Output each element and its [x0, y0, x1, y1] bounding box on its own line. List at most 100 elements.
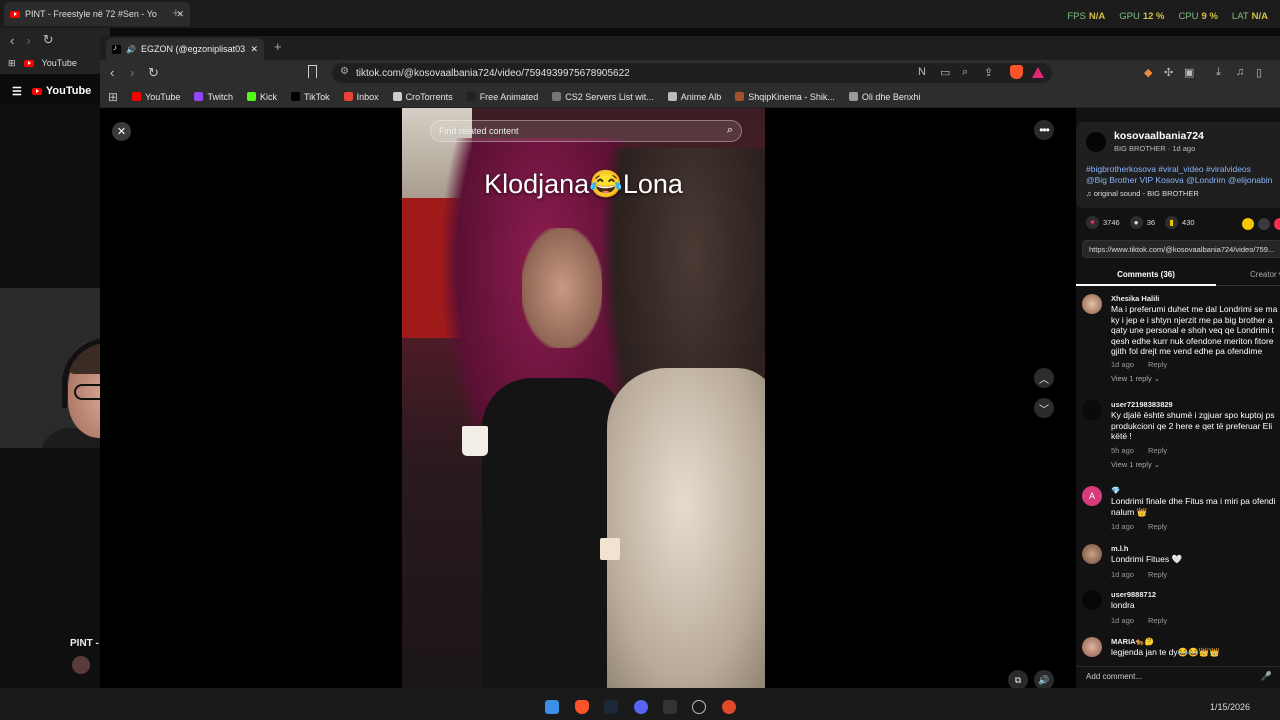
zoom-icon[interactable]: ⌕ [962, 66, 968, 79]
like-button[interactable]: ♥ 3746 [1086, 216, 1120, 229]
download-icon[interactable]: ⤓ [1216, 66, 1221, 79]
menu-icon[interactable]: ☰ [12, 85, 22, 98]
view-replies-button[interactable]: View 1 reply ⌄ [1111, 460, 1160, 469]
comment-username[interactable]: 💎 [1111, 486, 1120, 495]
tiktok-icon [112, 43, 121, 54]
comment-text: londra [1111, 600, 1135, 610]
reply-button[interactable]: Reply [1148, 522, 1167, 531]
bookmark-item[interactable]: Kick [246, 92, 277, 102]
save-button[interactable]: ▮ 430 [1165, 216, 1195, 229]
extensions-puzzle-icon[interactable]: ✣ [1164, 66, 1173, 79]
add-comment-input[interactable]: Add comment... 🎤 [1076, 666, 1280, 688]
windows-start-icon[interactable] [545, 700, 559, 714]
close-viewer-button[interactable]: ✕ [112, 122, 131, 141]
view-replies-button[interactable]: View 1 reply ⌄ [1111, 374, 1160, 383]
back-browser-tab[interactable]: PINT - Freestyle në 72 #Sen - Yo ✕ [4, 2, 190, 26]
channel-avatar[interactable] [72, 656, 90, 674]
comment-avatar[interactable] [1082, 590, 1102, 610]
emoji-share-icon[interactable] [1242, 218, 1254, 230]
sound-label[interactable]: ♫ original sound - BIG BROTHER [1086, 189, 1199, 198]
mentions[interactable]: @Big Brother VIP Kosova @Londrim @elijon… [1086, 175, 1280, 186]
brave-taskbar-icon[interactable] [575, 700, 589, 714]
site-settings-icon[interactable]: ⚙ [340, 66, 349, 77]
pip-icon[interactable]: ⧉ [1008, 670, 1028, 690]
comment-avatar[interactable] [1082, 637, 1102, 657]
mic-icon[interactable]: 🎤 [1261, 671, 1272, 682]
comment-username[interactable]: user72198383829 [1111, 400, 1173, 409]
video-title[interactable]: PINT - [70, 638, 99, 649]
apps-icon[interactable]: ⊞ [8, 58, 16, 69]
bookmark-icon[interactable] [308, 65, 317, 78]
sidebar-icon[interactable]: ▯ [1256, 66, 1262, 79]
no-translate-icon[interactable]: N [918, 66, 926, 78]
bookmark-item[interactable]: Twitch [194, 92, 233, 102]
back-button[interactable]: ‹ [110, 65, 114, 80]
share-icon[interactable]: ⇪ [984, 66, 993, 79]
volume-icon[interactable]: 🔊 [1034, 670, 1054, 690]
embed-icon[interactable] [1258, 218, 1270, 230]
speaker-icon[interactable]: 🔊 [126, 45, 136, 54]
media-icon[interactable]: ♫ [1236, 66, 1244, 78]
taskbar-date[interactable]: 1/15/2026 [1210, 702, 1250, 712]
bookmark-item[interactable]: TikTok [290, 92, 330, 102]
bookmark-item[interactable]: Inbox [343, 92, 379, 102]
comment-username[interactable]: m.l.h [1111, 544, 1129, 553]
reply-button[interactable]: Reply [1148, 360, 1167, 369]
author-name[interactable]: kosovaalbania724 [1114, 130, 1204, 142]
steam-taskbar-icon[interactable] [604, 700, 618, 714]
comment-username[interactable]: user9888712 [1111, 590, 1156, 599]
capcut-taskbar-icon[interactable] [663, 700, 677, 714]
youtube-logo-text[interactable]: YouTube [46, 85, 91, 97]
hashtags[interactable]: #bigbrotherkosova #viral_video #viralvid… [1086, 164, 1280, 175]
bookmark-item[interactable]: Oli dhe Benxhi [848, 92, 920, 102]
comment-username[interactable]: Xhesika Halili [1111, 294, 1159, 303]
bookmark-item[interactable]: Free Animated [466, 92, 538, 102]
forward-button[interactable]: › [130, 65, 134, 80]
reply-button[interactable]: Reply [1148, 616, 1167, 625]
comment-avatar[interactable]: A [1082, 486, 1102, 506]
comment-avatar[interactable] [1082, 400, 1102, 420]
share-to-icon[interactable] [1274, 218, 1280, 230]
brave-shields-icon[interactable] [1010, 65, 1023, 79]
obs-taskbar-icon[interactable] [692, 700, 706, 714]
bookmark-item[interactable]: CS2 Servers List wit... [552, 92, 654, 102]
reply-button[interactable]: Reply [1148, 446, 1167, 455]
video-link-field[interactable]: https://www.tiktok.com/@kosovaalbania724… [1082, 240, 1280, 258]
brave-rewards-icon[interactable] [1032, 67, 1044, 78]
comment-button[interactable]: ● 36 [1129, 216, 1155, 229]
cast-icon[interactable]: ▭ [940, 66, 950, 79]
tab-creator-videos[interactable]: Creator vi [1250, 270, 1280, 279]
author-avatar[interactable] [1086, 132, 1106, 152]
close-icon[interactable]: ✕ [250, 44, 258, 55]
extension-icon[interactable]: ◆ [1144, 66, 1152, 79]
bookmark-item[interactable]: ShqipKinema - Shik... [735, 92, 835, 102]
discord-taskbar-icon[interactable] [634, 700, 648, 714]
bookmark-youtube[interactable]: YouTube [42, 58, 77, 68]
related-content-search[interactable]: Find related content ⌕ [430, 120, 742, 142]
reload-button[interactable]: ↻ [148, 65, 159, 81]
previous-video-button[interactable]: ︿ [1034, 368, 1054, 388]
reload-button[interactable]: ↻ [43, 32, 54, 48]
new-tab-button[interactable]: + [274, 39, 282, 54]
tab-search-icon[interactable]: ▣ [1184, 66, 1194, 79]
bookmark-item[interactable]: YouTube [132, 92, 180, 102]
tab-comments[interactable]: Comments (36) [1076, 266, 1216, 286]
app-taskbar-icon[interactable] [722, 700, 736, 714]
next-video-button[interactable]: ﹀ [1034, 398, 1054, 418]
reply-button[interactable]: Reply [1148, 570, 1167, 579]
comment-avatar[interactable] [1082, 294, 1102, 314]
comment-avatar[interactable] [1082, 544, 1102, 564]
video-player[interactable]: Find related content ⌕ Klodjana😂Lona [402, 108, 765, 702]
new-tab-button[interactable]: + [172, 5, 180, 20]
youtube-logo-icon[interactable] [31, 87, 42, 95]
bookmark-item[interactable]: CroTorrents [392, 92, 453, 102]
search-icon[interactable]: ⌕ [727, 124, 733, 137]
more-options-button[interactable]: ••• [1034, 120, 1054, 140]
bookmark-item[interactable]: Anime Alb [667, 92, 721, 102]
front-tab[interactable]: 🔊 EGZON (@egzoniplisat038) | ✕ [106, 38, 264, 60]
comment-username[interactable]: MARIA🐅🤔 [1111, 637, 1154, 646]
back-button[interactable]: ‹ [10, 33, 14, 48]
like-count: 3746 [1103, 218, 1120, 227]
forward-button[interactable]: › [26, 33, 30, 48]
apps-icon[interactable]: ⊞ [108, 90, 118, 104]
